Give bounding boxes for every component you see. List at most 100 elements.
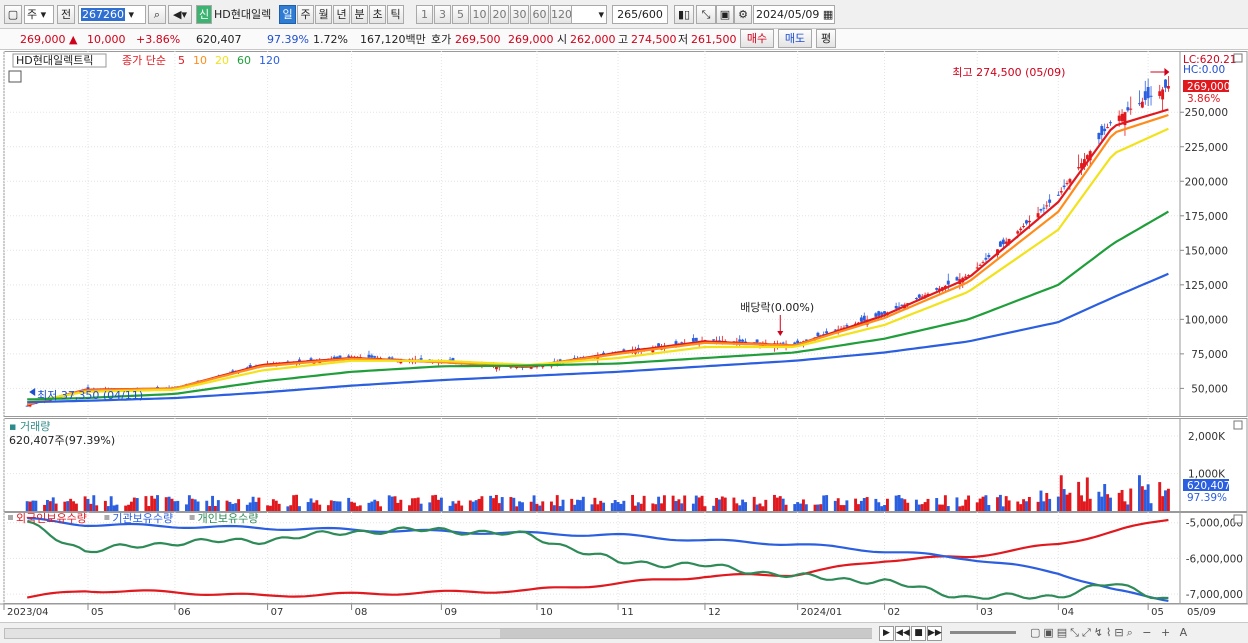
volume-bar	[877, 502, 881, 511]
holdings-legend-0: 외국인보유수량	[16, 512, 87, 525]
trade-value: 167,120백만	[360, 33, 426, 46]
volume-bar	[561, 499, 565, 511]
candle	[862, 315, 866, 321]
period-button-6[interactable]: 틱	[387, 5, 404, 24]
interval-button-120[interactable]: 120	[550, 5, 573, 24]
count-total: /600	[638, 8, 663, 21]
rewind-icon[interactable]: ◀◀	[895, 626, 910, 641]
volume-bar	[984, 495, 988, 511]
interval-button-60[interactable]: 60	[530, 5, 549, 24]
volume-bar	[448, 505, 452, 511]
volume-bar	[781, 498, 785, 511]
speaker-icon[interactable]: ◀▾	[168, 5, 192, 24]
volume-bar	[836, 498, 840, 511]
interval-button-30[interactable]: 30	[510, 5, 529, 24]
price-tick-label: 125,000	[1185, 280, 1228, 292]
volume-bar	[1137, 475, 1141, 511]
date-field[interactable]: 2024/05/09 ▦	[753, 5, 835, 24]
volume-bar	[431, 495, 435, 511]
candle	[825, 331, 829, 334]
volume-bar	[996, 497, 999, 511]
market-select[interactable]: 주 ▾	[24, 5, 54, 24]
candle-type-icon[interactable]: ▮▯	[674, 5, 694, 24]
x-tick-label: 12	[708, 607, 721, 618]
volume-bar	[552, 505, 556, 511]
volume-bar	[480, 496, 484, 511]
period-button-1[interactable]: 주	[297, 5, 314, 24]
volume-tick-label: 1,000K	[1188, 469, 1226, 481]
search-icon[interactable]: ⌕	[148, 5, 166, 24]
eval-button[interactable]: 평	[816, 29, 836, 48]
holdings-legend-2: 개인보유수량	[198, 512, 259, 525]
fast-forward-icon[interactable]: ▶▶	[927, 626, 942, 641]
period-button-3[interactable]: 년	[333, 5, 350, 24]
count-field[interactable]: 265/600	[612, 5, 668, 24]
candle	[859, 317, 863, 322]
period-button-4[interactable]: 분	[351, 5, 368, 24]
period-button-2[interactable]: 월	[315, 5, 332, 24]
ma-period-20: 20	[215, 54, 229, 67]
volume-bar	[274, 500, 278, 511]
zoom-slider[interactable]	[950, 631, 1016, 634]
volume-bar	[576, 499, 579, 511]
volume-value: 620,407	[196, 33, 242, 46]
event-marker-label: 배당락(0.00%)	[740, 301, 814, 314]
candle	[335, 356, 339, 358]
candle	[370, 355, 374, 358]
candle	[981, 262, 985, 264]
date-value: 2024/05/09	[756, 8, 820, 21]
stop-icon[interactable]: ■	[911, 626, 926, 641]
volume-bar	[1001, 506, 1005, 511]
volume-bar	[515, 506, 519, 511]
candle	[741, 339, 745, 342]
interval-custom-select[interactable]: ▾	[571, 5, 607, 24]
prev-button[interactable]: 전	[57, 5, 75, 24]
save-icon[interactable]: ▣	[716, 5, 734, 24]
interval-button-20[interactable]: 20	[490, 5, 509, 24]
x-tick-label: 02	[888, 607, 901, 618]
period-button-0[interactable]: 일	[279, 5, 296, 24]
interval-button-10[interactable]: 10	[470, 5, 489, 24]
period-button-5[interactable]: 초	[369, 5, 386, 24]
buy-button[interactable]: 매수	[740, 29, 774, 48]
volume-bar	[156, 495, 159, 511]
volume-bar	[541, 501, 545, 511]
volume-bar	[1117, 492, 1121, 511]
stock-chart[interactable]: 2023/04 05 06 07 08 09 10 11 12 2024/01 02 03 04 05 05…	[0, 51, 1248, 622]
volume-bar	[34, 500, 38, 511]
volume-bar	[651, 503, 655, 511]
volume-bar	[958, 506, 962, 511]
volume-bar	[1158, 482, 1162, 511]
sell-button[interactable]: 매도	[778, 29, 812, 48]
volume-bar	[920, 504, 924, 511]
volume-bar	[173, 501, 177, 511]
volume-bar	[732, 497, 736, 511]
volume-bar	[662, 495, 666, 511]
scroll-thumb[interactable]	[500, 629, 872, 638]
interval-button-1[interactable]: 1	[416, 5, 433, 24]
volume-bar	[492, 498, 495, 511]
code-input[interactable]: 267260 ▾	[78, 5, 146, 24]
layout-icon[interactable]: ▢	[4, 5, 22, 24]
interval-button-5[interactable]: 5	[452, 5, 469, 24]
volume-last-pct-text: 97.39%	[1187, 492, 1227, 504]
scroll-right-icon[interactable]: ▶	[879, 626, 894, 641]
volume-bar	[717, 499, 721, 511]
scroll-track[interactable]	[4, 628, 872, 639]
gear-icon[interactable]: ⚙	[734, 5, 752, 24]
interval-button-3[interactable]: 3	[434, 5, 451, 24]
volume-bar	[631, 494, 635, 511]
volume-bar	[1039, 490, 1043, 511]
volume-bar	[132, 497, 136, 511]
volume-bar	[903, 499, 907, 511]
quote-label: 호가	[431, 33, 452, 46]
volume-bar	[549, 501, 553, 511]
volume-bar	[804, 504, 808, 511]
crosshair-icon[interactable]: ⤡	[696, 5, 716, 24]
volume-bar	[390, 496, 394, 511]
code-value: 267260	[81, 8, 125, 21]
volume-bar	[176, 500, 180, 511]
volume-bar	[248, 502, 252, 511]
candle	[880, 312, 884, 315]
tool-icons[interactable]: ▢▣▤⤡⤢↯⌇⊟⌕ − + A	[1030, 626, 1190, 640]
